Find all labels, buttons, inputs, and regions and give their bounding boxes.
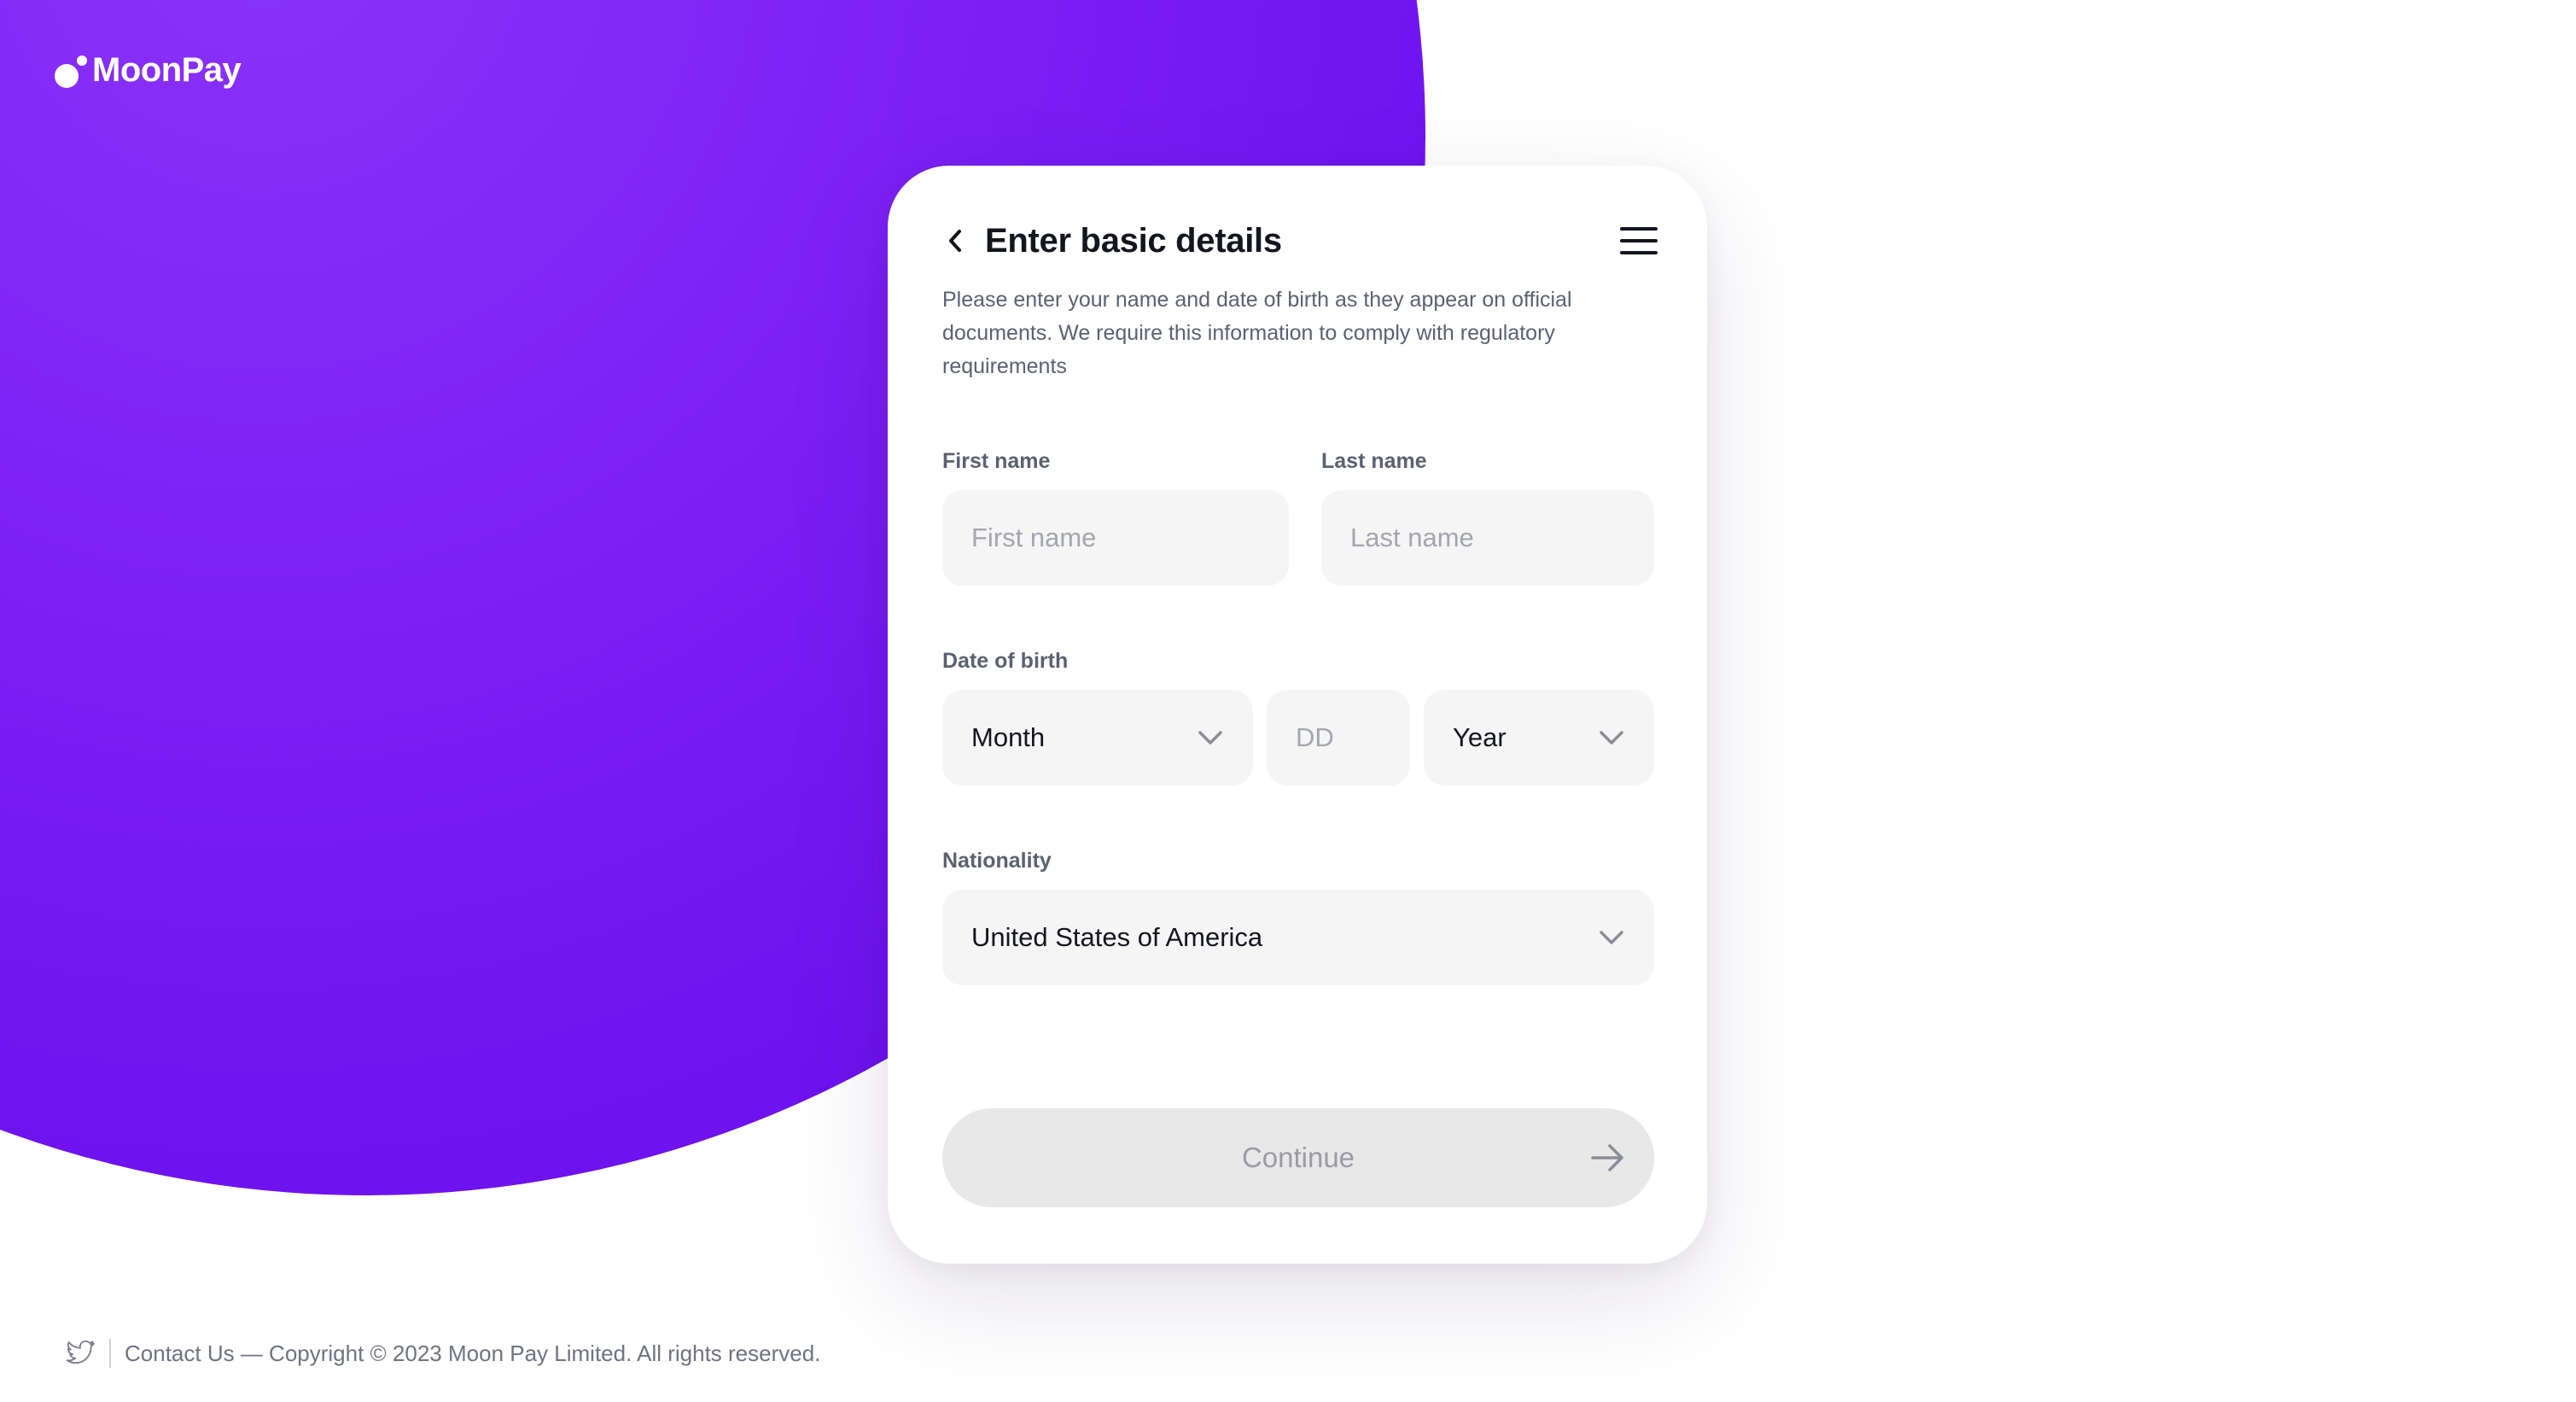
first-name-label: First name [942, 449, 1051, 473]
nationality-value: United States of America [971, 922, 1263, 952]
moonpay-logo[interactable]: MoonPay [55, 51, 242, 90]
dob-year-value: Year [1453, 722, 1507, 752]
nationality-label: Nationality [942, 849, 1052, 873]
back-button[interactable] [935, 220, 976, 261]
logo-text: MoonPay [92, 51, 242, 89]
footer-text[interactable]: Contact Us — Copyright © 2023 Moon Pay L… [125, 1341, 820, 1367]
chevron-down-icon [1197, 724, 1224, 751]
page-title: Enter basic details [985, 221, 1282, 260]
footer-divider [109, 1339, 111, 1368]
last-name-placeholder: Last name [1350, 523, 1474, 552]
continue-label: Continue [1241, 1142, 1355, 1173]
menu-button[interactable] [1618, 220, 1659, 261]
last-name-label: Last name [1321, 449, 1427, 473]
first-name-placeholder: First name [971, 523, 1097, 552]
footer: Contact Us — Copyright © 2023 Moon Pay L… [67, 1339, 820, 1368]
last-name-field[interactable]: Last name [1321, 490, 1654, 586]
dob-month-value: Month [971, 722, 1046, 752]
card-header: Enter basic details [935, 213, 1659, 268]
dob-year-select[interactable]: Year [1424, 690, 1654, 786]
basic-details-card: Enter basic details Please enter your na… [888, 166, 1707, 1264]
arrow-right-icon [1591, 1144, 1623, 1171]
nationality-select[interactable]: United States of America [942, 890, 1654, 985]
continue-button[interactable]: Continue [942, 1108, 1654, 1207]
chevron-down-icon [1598, 724, 1625, 751]
moonpay-logo-icon [55, 54, 87, 88]
dob-label: Date of birth [942, 649, 1069, 673]
dob-day-placeholder: DD [1296, 722, 1334, 752]
description-text: Please enter your name and date of birth… [942, 288, 1572, 378]
page: MoonPay Enter basic details Please enter… [0, 0, 2576, 1402]
chevron-down-icon [1598, 924, 1625, 951]
hamburger-menu-icon [1620, 227, 1658, 254]
dob-day-field[interactable]: DD [1267, 690, 1410, 786]
chevron-left-icon [949, 230, 961, 252]
first-name-field[interactable]: First name [942, 490, 1289, 586]
twitter-icon[interactable] [67, 1340, 96, 1367]
dob-month-select[interactable]: Month [942, 690, 1253, 786]
